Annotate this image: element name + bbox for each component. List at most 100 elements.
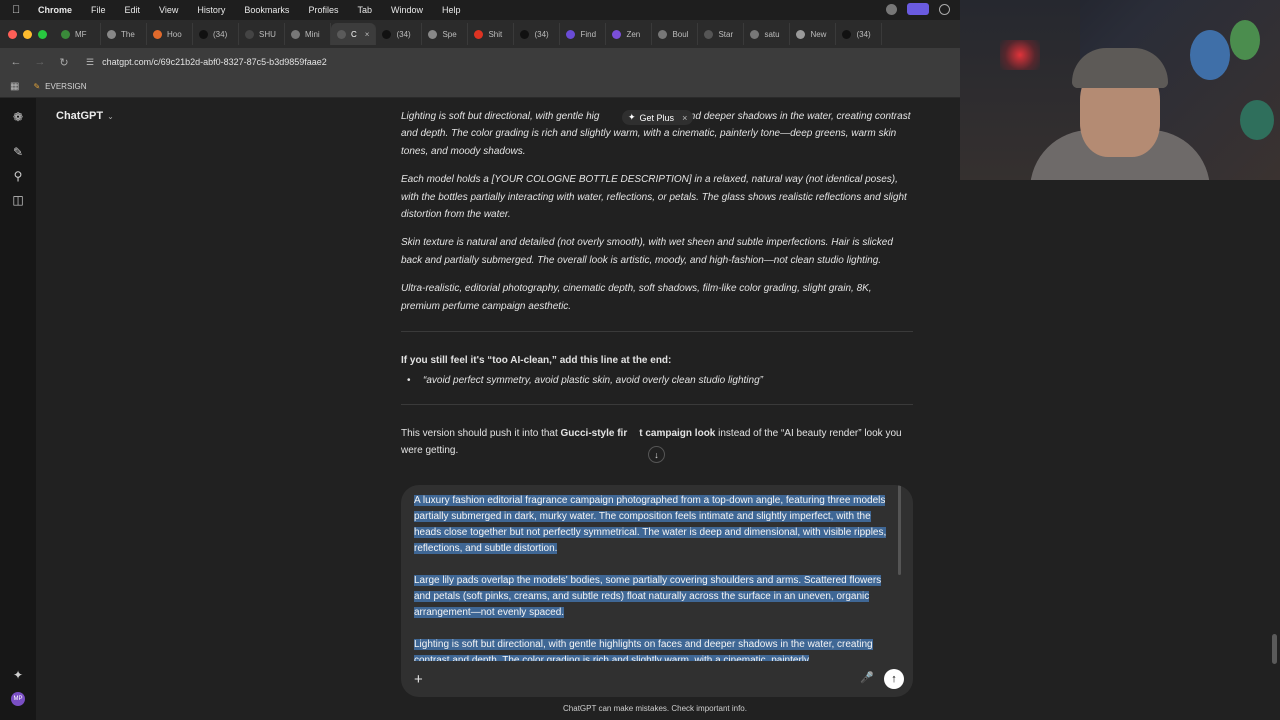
- browser-tab[interactable]: (34): [193, 23, 239, 45]
- attach-plus-icon[interactable]: +: [414, 671, 423, 688]
- menu-view[interactable]: View: [159, 5, 178, 15]
- status-icon[interactable]: [886, 3, 897, 15]
- page-scrollbar[interactable]: [1272, 634, 1277, 664]
- browser-tab[interactable]: Mini: [285, 23, 331, 45]
- url-text[interactable]: chatgpt.com/c/69c21b2d-abf0-8327-87c5-b3…: [102, 57, 327, 67]
- browser-tab[interactable]: Find: [560, 23, 607, 45]
- tab-favicon-icon: [382, 29, 392, 39]
- tip-bullet-text: “avoid perfect symmetry, avoid plastic s…: [423, 375, 763, 387]
- prompt-composer[interactable]: A luxury fashion editorial fragrance cam…: [401, 485, 913, 697]
- search-icon[interactable]: ⚲: [11, 169, 25, 183]
- forward-icon[interactable]: →: [32, 56, 48, 68]
- site-info-icon[interactable]: ☰: [86, 57, 94, 68]
- brand-label: ChatGPT: [56, 110, 104, 122]
- arrow-down-icon: ↓: [654, 449, 659, 460]
- browser-tab[interactable]: Spe: [422, 23, 469, 45]
- tab-label: New: [810, 29, 827, 39]
- composer-scrollbar[interactable]: [898, 485, 901, 575]
- prompt-textarea[interactable]: A luxury fashion editorial fragrance cam…: [414, 493, 894, 661]
- menu-tab[interactable]: Tab: [357, 5, 372, 15]
- browser-tab[interactable]: (34): [514, 23, 561, 45]
- browser-tab[interactable]: New: [790, 23, 837, 45]
- tab-favicon-icon: [658, 29, 668, 39]
- browser-tab[interactable]: Boul: [652, 23, 699, 45]
- tab-label: (34): [534, 29, 549, 39]
- get-plus-label: Get Plus: [639, 112, 675, 123]
- menu-window[interactable]: Window: [391, 5, 423, 15]
- back-icon[interactable]: ←: [8, 56, 24, 68]
- para-lighting-a: Lighting is soft but directional, with g…: [401, 111, 600, 122]
- tab-strip: MF The Hoo (34) SHU Mini C × (34) Spe Shit (34) Find…: [0, 20, 960, 48]
- tab-favicon-icon: [520, 29, 530, 39]
- divider: [401, 403, 913, 405]
- menu-edit[interactable]: Edit: [125, 5, 141, 15]
- browser-tab[interactable]: Shit: [468, 23, 515, 45]
- library-icon[interactable]: ◫: [11, 193, 25, 207]
- prompt-text-2: Large lily pads overlap the models' bodi…: [414, 575, 882, 618]
- model-selector[interactable]: ChatGPT ⌄: [56, 110, 114, 122]
- browser-tab[interactable]: Zen: [606, 23, 653, 45]
- settings-icon[interactable]: [939, 3, 950, 15]
- browser-tab[interactable]: SHU: [239, 23, 285, 45]
- browser-tab[interactable]: Hoo: [147, 23, 193, 45]
- apple-icon[interactable]: : [12, 4, 26, 16]
- tab-favicon-icon: [428, 29, 438, 39]
- prompt-paragraph: Lighting is soft but directional, with g…: [414, 637, 894, 661]
- menu-help[interactable]: Help: [442, 5, 461, 15]
- tab-label: Hoo: [167, 29, 182, 39]
- menu-file[interactable]: File: [91, 5, 106, 15]
- bookmarks-bar: ▦ ✎ EVERSIGN: [0, 76, 960, 98]
- get-plus-button[interactable]: ✦ Get Plus ×: [622, 110, 694, 125]
- sparkle-icon: ✦: [628, 112, 636, 122]
- close-icon[interactable]: ×: [682, 113, 687, 123]
- browser-tab[interactable]: MF: [55, 23, 101, 45]
- openai-logo-icon[interactable]: ❁: [11, 110, 25, 124]
- scroll-down-button[interactable]: ↓: [648, 446, 665, 463]
- chevron-down-icon: ⌄: [107, 111, 114, 121]
- tab-label: (34): [396, 29, 411, 39]
- browser-tab[interactable]: (34): [836, 23, 883, 45]
- menu-bookmarks[interactable]: Bookmarks: [244, 5, 289, 15]
- menu-profiles[interactable]: Profiles: [308, 5, 338, 15]
- bullet-dot: •: [407, 375, 411, 387]
- menu-chrome[interactable]: Chrome: [38, 5, 72, 15]
- apps-icon[interactable]: ▦: [10, 81, 19, 92]
- webcam-red-light: [1000, 40, 1040, 70]
- close-tab-icon[interactable]: ×: [365, 30, 370, 39]
- record-icon[interactable]: [907, 3, 929, 15]
- tab-label: Star: [718, 29, 734, 39]
- reload-icon[interactable]: ↻: [56, 56, 72, 69]
- close-window-icon[interactable]: [8, 29, 17, 39]
- bookmark-eversign[interactable]: ✎ EVERSIGN: [33, 82, 86, 91]
- zoom-window-icon[interactable]: [38, 29, 47, 39]
- webcam-overlay: [960, 0, 1280, 180]
- browser-tab[interactable]: Star: [698, 23, 745, 45]
- tab-label: C: [351, 29, 357, 39]
- tab-label: Zen: [626, 29, 641, 39]
- menubar-status-icons: [886, 3, 950, 15]
- sparkle-icon[interactable]: ✦: [11, 668, 25, 682]
- tab-favicon-icon: [704, 29, 714, 39]
- microphone-icon[interactable]: 🎤: [860, 671, 874, 684]
- send-button[interactable]: ↑: [884, 669, 904, 689]
- tab-favicon-icon: [796, 29, 806, 39]
- closing-a: This version should push it into that: [401, 427, 561, 439]
- tab-favicon-icon: [474, 29, 484, 39]
- paragraph-style: Ultra-realistic, editorial photography, …: [401, 283, 872, 312]
- paragraph-skin: Skin texture is natural and detailed (no…: [401, 237, 893, 266]
- tab-label: Boul: [672, 29, 689, 39]
- assistant-message: Lighting is soft but directional, with g…: [401, 108, 913, 471]
- tab-label: Mini: [305, 29, 320, 39]
- webcam-person-cap: [1072, 48, 1168, 88]
- browser-tab[interactable]: satu: [744, 23, 791, 45]
- browser-tab[interactable]: The: [101, 23, 147, 45]
- paragraph-models: Each model holds a [YOUR COLOGNE BOTTLE …: [401, 174, 907, 221]
- browser-tab[interactable]: (34): [376, 23, 423, 45]
- url-field[interactable]: ☰ chatgpt.com/c/69c21b2d-abf0-8327-87c5-…: [86, 57, 327, 68]
- new-chat-icon[interactable]: ✎: [11, 145, 25, 159]
- tab-favicon-icon: [107, 29, 116, 39]
- minimize-window-icon[interactable]: [23, 29, 32, 39]
- address-bar: ← → ↻ ☰ chatgpt.com/c/69c21b2d-abf0-8327…: [0, 48, 960, 76]
- browser-tab[interactable]: C ×: [331, 23, 377, 45]
- menu-history[interactable]: History: [197, 5, 225, 15]
